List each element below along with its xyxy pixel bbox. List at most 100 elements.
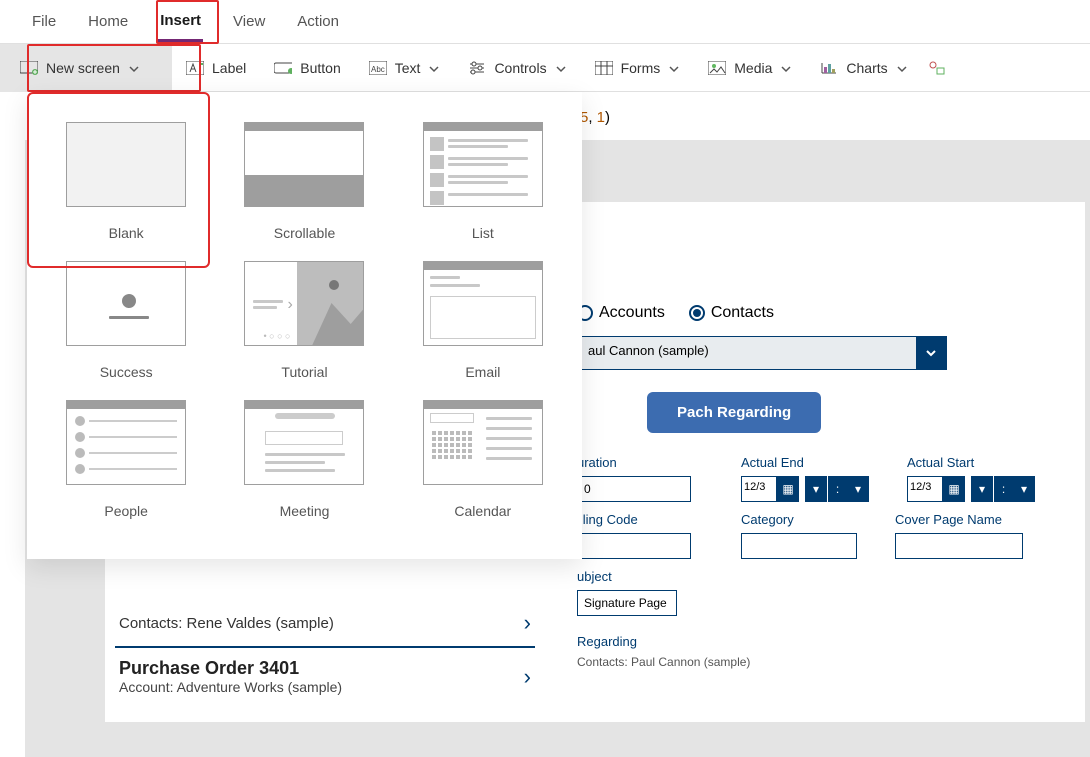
category-input[interactable] <box>741 533 857 559</box>
field-label: Actual Start <box>907 455 1035 470</box>
chevron-right-icon: › <box>524 610 531 636</box>
label-label: Label <box>212 60 246 76</box>
radio-accounts[interactable]: Accounts <box>577 304 665 322</box>
media-label: Media <box>734 60 772 76</box>
calendar-icon: ▦ <box>943 476 965 502</box>
tab-home[interactable]: Home <box>86 3 130 40</box>
icons-button[interactable] <box>922 44 952 92</box>
chevron-down-icon <box>555 62 567 74</box>
chevron-down-icon <box>428 62 440 74</box>
thumb-email <box>423 261 543 346</box>
billing-code-input[interactable] <box>577 533 691 559</box>
form-preview: Accounts Contacts aul Cannon (sample) Pa… <box>577 296 1057 669</box>
chevron-down-icon <box>896 62 908 74</box>
template-calendar[interactable]: Calendar <box>394 390 572 529</box>
thumb-calendar <box>423 400 543 485</box>
chevron-down-icon <box>128 62 140 74</box>
tab-action[interactable]: Action <box>295 3 341 40</box>
regarding-value: Contacts: Paul Cannon (sample) <box>577 655 1057 669</box>
button-button[interactable]: Button <box>260 44 354 92</box>
template-meeting[interactable]: Meeting <box>215 390 393 529</box>
patch-regarding-button[interactable]: Pach Regarding <box>647 392 821 433</box>
thumb-blank <box>66 122 186 207</box>
chevron-down-icon <box>780 62 792 74</box>
thumb-people <box>66 400 186 485</box>
regarding-label: Regarding <box>577 634 1057 649</box>
new-screen-panel: Blank Scrollable List <box>27 92 582 559</box>
calendar-icon: ▦ <box>777 476 799 502</box>
forms-label: Forms <box>621 60 661 76</box>
text-icon: Abc <box>369 61 387 75</box>
template-tutorial[interactable]: › • ○ ○ ○ Tutorial <box>215 251 393 390</box>
controls-label: Controls <box>494 60 546 76</box>
media-icon <box>708 61 726 75</box>
svg-text:Abc: Abc <box>371 65 385 74</box>
regarding-list: Contacts: Rene Valdes (sample) › Purchas… <box>115 600 535 705</box>
template-blank[interactable]: Blank <box>37 112 215 251</box>
dropdown-value: aul Cannon (sample) <box>578 337 916 369</box>
charts-label: Charts <box>846 60 887 76</box>
field-label: illing Code <box>577 512 691 527</box>
thumb-scrollable <box>244 122 364 207</box>
tab-file[interactable]: File <box>30 3 58 40</box>
controls-dropdown[interactable]: Controls <box>454 44 580 92</box>
subject-input[interactable] <box>577 590 677 616</box>
template-email[interactable]: Email <box>394 251 572 390</box>
thumb-tutorial: › • ○ ○ ○ <box>244 261 364 346</box>
formula-fragment: 5, 1) <box>580 108 610 126</box>
menu-tabs: File Home Insert View Action <box>0 0 1090 44</box>
charts-dropdown[interactable]: Charts <box>806 44 921 92</box>
formula-num2: 1 <box>597 109 605 126</box>
list-item[interactable]: Contacts: Rene Valdes (sample) › <box>115 600 535 648</box>
forms-dropdown[interactable]: Forms <box>581 44 695 92</box>
template-people[interactable]: People <box>37 390 215 529</box>
new-screen-button[interactable]: New screen <box>0 44 172 92</box>
radio-icon <box>689 305 705 321</box>
thumb-success <box>66 261 186 346</box>
list-item-title: Purchase Order 3401 <box>119 658 342 679</box>
hour-stepper[interactable]: ▾ <box>971 476 993 502</box>
template-success[interactable]: Success <box>37 251 215 390</box>
minute-stepper[interactable]: ▾ <box>847 476 869 502</box>
controls-icon <box>468 61 486 75</box>
forms-icon <box>595 61 613 75</box>
template-list[interactable]: List <box>394 112 572 251</box>
duration-input[interactable] <box>577 476 691 502</box>
label-icon <box>186 61 204 75</box>
field-label: Category <box>741 512 857 527</box>
contact-dropdown[interactable]: aul Cannon (sample) <box>577 336 947 370</box>
field-label: Actual End <box>741 455 869 470</box>
tab-insert[interactable]: Insert <box>158 2 203 42</box>
text-dropdown[interactable]: Abc Text <box>355 44 455 92</box>
thumb-list <box>423 122 543 207</box>
radio-contacts[interactable]: Contacts <box>689 304 774 322</box>
charts-icon <box>820 61 838 75</box>
field-label: Cover Page Name <box>895 512 1023 527</box>
button-label: Button <box>300 60 340 76</box>
label-button[interactable]: Label <box>172 44 260 92</box>
field-label: ubject <box>577 569 677 584</box>
actual-start-datetime[interactable]: 12/3 ▦ ▾ : ▾ <box>907 476 1035 502</box>
button-icon <box>274 61 292 75</box>
ribbon: New screen Label Button Abc Text Control… <box>0 44 1090 92</box>
chevron-down-icon <box>668 62 680 74</box>
list-item[interactable]: Purchase Order 3401 Account: Adventure W… <box>115 648 535 705</box>
field-label: uration <box>577 455 691 470</box>
text-label: Text <box>395 60 421 76</box>
media-dropdown[interactable]: Media <box>694 44 806 92</box>
chevron-right-icon: › <box>524 664 531 690</box>
chevron-down-icon <box>916 337 946 369</box>
list-item-text: Contacts: Rene Valdes (sample) <box>119 615 334 632</box>
hour-stepper[interactable]: ▾ <box>805 476 827 502</box>
shapes-icon <box>928 61 946 75</box>
minute-stepper[interactable]: ▾ <box>1013 476 1035 502</box>
cover-page-input[interactable] <box>895 533 1023 559</box>
new-screen-label: New screen <box>46 60 120 76</box>
thumb-meeting <box>244 400 364 485</box>
screen-icon <box>20 61 38 75</box>
regarding-block: Regarding Contacts: Paul Cannon (sample) <box>577 634 1057 669</box>
tab-view[interactable]: View <box>231 3 267 40</box>
actual-end-datetime[interactable]: 12/3 ▦ ▾ : ▾ <box>741 476 869 502</box>
list-item-subtitle: Account: Adventure Works (sample) <box>119 679 342 695</box>
template-scrollable[interactable]: Scrollable <box>215 112 393 251</box>
